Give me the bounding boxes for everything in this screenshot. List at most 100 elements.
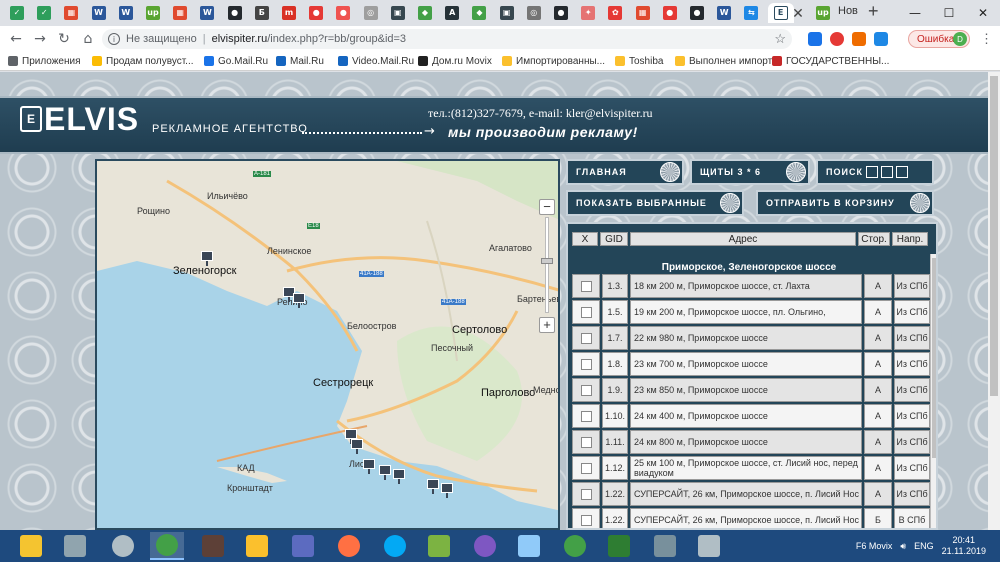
browser-tab[interactable]: ●	[550, 3, 572, 23]
menu-icon[interactable]: ⋮	[980, 31, 993, 47]
row-checkbox[interactable]	[572, 482, 600, 506]
table-row[interactable]: 1.12. 25 км 100 м, Приморское шоссе, ст. …	[572, 456, 930, 480]
taskbar-app[interactable]	[106, 532, 140, 560]
map-marker[interactable]	[351, 439, 363, 454]
row-checkbox[interactable]	[572, 274, 600, 298]
zoom-slider-knob[interactable]	[541, 258, 553, 264]
browser-tab[interactable]: ⇆	[740, 3, 762, 23]
map-marker[interactable]	[393, 469, 405, 484]
table-row[interactable]: 1.22. СУПЕРСАЙТ, 26 км, Приморское шоссе,…	[572, 508, 930, 528]
taskbar-app[interactable]	[58, 532, 92, 560]
map-marker[interactable]	[293, 293, 305, 308]
taskbar-app[interactable]	[648, 532, 682, 560]
browser-tab[interactable]: ◎	[360, 3, 382, 23]
clock[interactable]: 20:41 21.11.2019	[942, 535, 986, 557]
volume-icon[interactable]: 🔊︎	[900, 541, 906, 552]
browser-tab[interactable]: W	[88, 3, 110, 23]
checkbox-box[interactable]	[580, 488, 592, 500]
nav-home-button[interactable]: ГЛАВНАЯ	[566, 159, 684, 185]
browser-tab[interactable]: up	[142, 3, 164, 23]
taskbar-app[interactable]	[512, 532, 546, 560]
taskbar-app[interactable]	[240, 532, 274, 560]
map[interactable]: Ильичёво Рощино Ленинское Агалатово Зеленого…	[95, 159, 560, 530]
map-marker[interactable]	[427, 479, 439, 494]
browser-tab[interactable]: ●	[224, 3, 246, 23]
browser-tab[interactable]: ●	[659, 3, 681, 23]
reload-button[interactable]: ↻	[54, 29, 74, 48]
table-scrollbar[interactable]	[930, 254, 936, 528]
taskbar-app[interactable]	[468, 532, 502, 560]
taskbar-app[interactable]	[692, 532, 726, 560]
taskbar-app[interactable]	[286, 532, 320, 560]
checkbox-box[interactable]	[580, 462, 592, 474]
header-address[interactable]: Адрес	[630, 232, 856, 246]
browser-tab[interactable]: ▦	[632, 3, 654, 23]
minimize-button[interactable]: —	[898, 0, 932, 26]
checkbox-box[interactable]	[580, 280, 592, 292]
address-bar[interactable]: i Не защищено | elvispiter.ru /index.php…	[102, 29, 792, 49]
download-icon[interactable]	[808, 32, 822, 46]
browser-tab[interactable]: ✓	[6, 3, 28, 23]
new-tab-button[interactable]: +	[868, 1, 879, 22]
row-checkbox[interactable]	[572, 326, 600, 350]
browser-tab[interactable]: ✦	[577, 3, 599, 23]
checkbox-box[interactable]	[580, 306, 592, 318]
page-scroll-thumb[interactable]	[990, 76, 998, 396]
tray-label[interactable]: F6 Movix	[856, 541, 893, 551]
bookmark-item[interactable]: Продам полувуст...	[92, 53, 194, 69]
row-checkbox[interactable]	[572, 378, 600, 402]
taskbar-app[interactable]	[14, 532, 48, 560]
tab-title[interactable]: Нов	[838, 5, 858, 17]
row-checkbox[interactable]	[572, 430, 600, 454]
row-checkbox[interactable]	[572, 508, 600, 528]
drive-icon[interactable]	[874, 32, 888, 46]
table-row[interactable]: 1.8. 23 км 700 м, Приморское шоссе А Из СПб	[572, 352, 930, 376]
browser-tab[interactable]: ◎	[523, 3, 545, 23]
language-indicator[interactable]: ENG	[914, 541, 934, 551]
browser-tab[interactable]: ✓	[33, 3, 55, 23]
table-row[interactable]: 1.5. 19 км 200 м, Приморское шоссе, пл. О…	[572, 300, 930, 324]
send-to-cart-button[interactable]: ОТПРАВИТЬ В КОРЗИНУ	[756, 190, 934, 216]
taskbar-app[interactable]	[602, 532, 636, 560]
table-row[interactable]: 1.3. 18 км 200 м, Приморское шоссе, ст. Л…	[572, 274, 930, 298]
header-gid[interactable]: GID	[600, 232, 628, 246]
taskbar-app[interactable]	[332, 532, 366, 560]
checkbox-box[interactable]	[580, 332, 592, 344]
checkbox-box[interactable]	[580, 410, 592, 422]
browser-tab[interactable]: ●	[332, 3, 354, 23]
forward-button[interactable]: →	[30, 29, 50, 48]
nav-boards-button[interactable]: ЩИТЫ 3 * 6	[690, 159, 810, 185]
browser-tab[interactable]: A	[441, 3, 463, 23]
browser-tab[interactable]: Б	[251, 3, 273, 23]
browser-tab[interactable]: ◆	[468, 3, 490, 23]
map-marker[interactable]	[345, 429, 357, 444]
taskbar-app[interactable]	[558, 532, 592, 560]
table-scroll-thumb[interactable]	[932, 258, 936, 458]
bookmark-item[interactable]: Выполнен импорт	[675, 53, 772, 69]
zoom-slider[interactable]	[541, 217, 553, 313]
row-checkbox[interactable]	[572, 456, 600, 480]
zoom-in-button[interactable]: +	[539, 317, 555, 333]
back-button[interactable]: ←	[6, 29, 26, 48]
close-window-button[interactable]: ✕	[966, 0, 1000, 26]
bookmark-item[interactable]: Mail.Ru	[276, 53, 324, 69]
taskbar-app[interactable]	[422, 532, 456, 560]
row-checkbox[interactable]	[572, 404, 600, 428]
zoom-out-button[interactable]: −	[539, 199, 555, 215]
header-side[interactable]: Стор.	[858, 232, 890, 246]
checkbox-box[interactable]	[580, 514, 592, 526]
checkbox-box[interactable]	[580, 436, 592, 448]
map-marker[interactable]	[379, 465, 391, 480]
map-marker[interactable]	[441, 483, 453, 498]
map-marker[interactable]	[363, 459, 375, 474]
browser-tab[interactable]: ✿	[604, 3, 626, 23]
taskbar-app[interactable]	[378, 532, 412, 560]
table-row[interactable]: 1.11. 24 км 800 м, Приморское шоссе А Из СП…	[572, 430, 930, 454]
show-selected-button[interactable]: ПОКАЗАТЬ ВЫБРАННЫЕ	[566, 190, 744, 216]
home-button[interactable]: ⌂	[78, 29, 98, 48]
opera-icon[interactable]	[830, 32, 844, 46]
browser-tab[interactable]: W	[713, 3, 735, 23]
bookmark-star-icon[interactable]: ☆	[774, 31, 786, 47]
browser-tab[interactable]: ▣	[387, 3, 409, 23]
info-icon[interactable]: i	[108, 33, 120, 45]
